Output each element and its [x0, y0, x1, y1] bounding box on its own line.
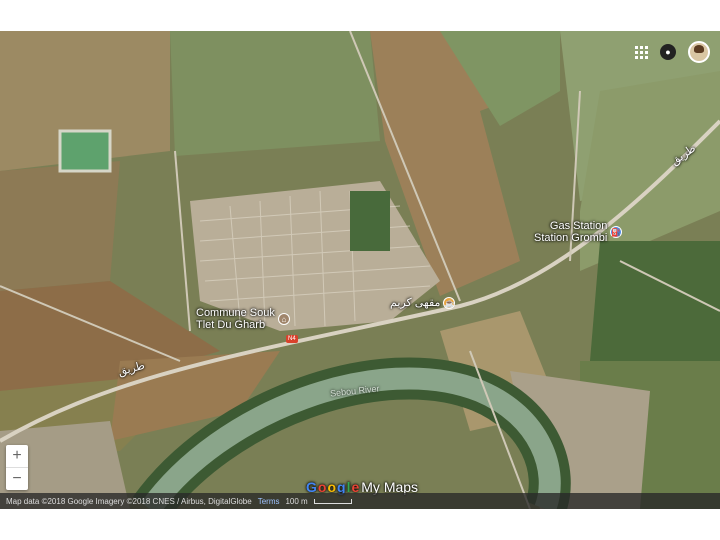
- gas-pump-icon[interactable]: ⛽: [610, 226, 623, 238]
- gas-station-label: Gas Station: [549, 220, 608, 232]
- satellite-imagery: [0, 31, 720, 509]
- zoom-out-button[interactable]: −: [6, 468, 28, 490]
- cafe-label: مقهى كريم: [390, 297, 441, 309]
- avatar[interactable]: [688, 41, 710, 63]
- scale-label: 100 m: [285, 496, 308, 506]
- zoom-control: + −: [6, 445, 28, 490]
- commune-label-line2: Tlet Du Gharb: [196, 319, 266, 331]
- cafe-place[interactable]: مقهى كريم ☕: [390, 297, 456, 309]
- landmark-icon[interactable]: ⌂: [277, 313, 290, 325]
- attribution-text: Map data ©2018 Google Imagery ©2018 CNES…: [6, 496, 252, 506]
- cafe-icon[interactable]: ☕: [443, 297, 456, 309]
- map-attribution-bar: Map data ©2018 Google Imagery ©2018 CNES…: [0, 493, 720, 509]
- gas-station-place[interactable]: Gas Station Station Grombi ⛽: [534, 220, 623, 244]
- route-shield: N4: [286, 335, 298, 343]
- account-controls: ●: [635, 41, 710, 63]
- map-view[interactable]: ● طريق طريق Sebou River Gas Station Stat…: [0, 31, 720, 509]
- apps-grid-icon[interactable]: [635, 45, 648, 59]
- commune-place[interactable]: Commune Souk Tlet Du Gharb ⌂: [196, 307, 290, 331]
- zoom-in-button[interactable]: +: [6, 445, 28, 467]
- commune-label-line1: Commune Souk: [196, 307, 275, 319]
- terms-link[interactable]: Terms: [258, 497, 280, 506]
- gas-station-local-label: Station Grombi: [534, 232, 608, 244]
- bell-icon[interactable]: ●: [660, 44, 676, 60]
- scale-bar: [313, 498, 352, 504]
